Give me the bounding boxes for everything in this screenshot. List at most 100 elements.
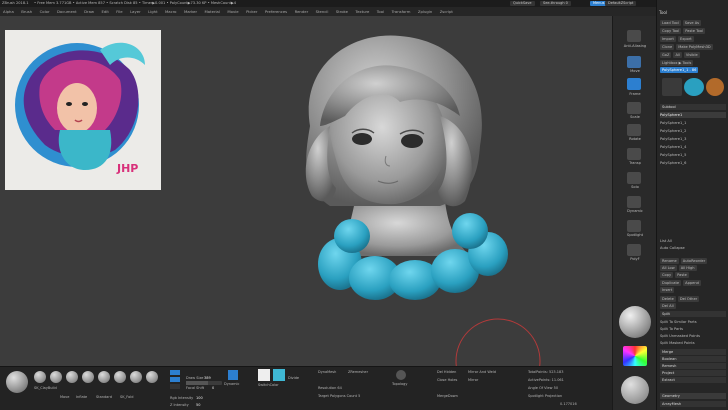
project-header[interactable]: Project bbox=[660, 370, 726, 376]
see-through-slider[interactable]: See-through 0 bbox=[540, 1, 571, 6]
append-button[interactable]: Append bbox=[683, 280, 701, 286]
geometry-header[interactable]: Geometry bbox=[660, 393, 726, 399]
menu-alpha[interactable]: Alpha bbox=[0, 7, 17, 16]
split-masked-button[interactable]: Split Masked Points bbox=[660, 340, 726, 346]
goz-button[interactable]: GoZ bbox=[660, 52, 672, 58]
menu-render[interactable]: Render bbox=[292, 7, 312, 16]
menu-document[interactable]: Document bbox=[54, 7, 80, 16]
polyframe-icon[interactable] bbox=[627, 244, 641, 256]
split-similar-button[interactable]: Split To Similar Parts bbox=[660, 319, 726, 325]
aahalf-icon[interactable] bbox=[627, 30, 641, 42]
inflate-brush-icon[interactable] bbox=[66, 371, 78, 383]
load-tool-button[interactable]: Load Tool bbox=[660, 20, 681, 26]
frame-icon[interactable] bbox=[627, 78, 641, 90]
resolution-slider[interactable]: Resolution 64 bbox=[318, 386, 342, 390]
clay-brush-icon[interactable] bbox=[34, 371, 46, 383]
color-picker-icon[interactable] bbox=[623, 346, 647, 366]
delete-button[interactable]: Delete bbox=[660, 296, 676, 302]
target-polygons-slider[interactable]: Target Polygons Count 5 bbox=[318, 394, 360, 398]
menu-macro[interactable]: Macro bbox=[162, 7, 180, 16]
split-parts-button[interactable]: Split To Parts bbox=[660, 326, 726, 332]
material-sphere-icon[interactable] bbox=[619, 306, 651, 338]
polysphere-thumb-icon[interactable] bbox=[662, 78, 682, 96]
rotate-icon[interactable] bbox=[627, 124, 641, 136]
all-low-button[interactable]: All Low bbox=[660, 265, 677, 271]
switch-color-button[interactable]: SwitchColor bbox=[258, 383, 279, 387]
divide-button[interactable]: Divide bbox=[288, 376, 299, 380]
paste-button[interactable]: Paste bbox=[675, 272, 689, 278]
subtool-item[interactable]: PolySphere1_6 bbox=[660, 160, 726, 166]
transp-icon[interactable] bbox=[627, 148, 641, 160]
menu-color[interactable]: Color bbox=[37, 7, 53, 16]
del-other-button[interactable]: Del Other bbox=[677, 296, 700, 302]
fold-brush-icon[interactable] bbox=[98, 371, 110, 383]
del-all-button[interactable]: Del All bbox=[660, 303, 676, 309]
texture-sphere-icon[interactable] bbox=[621, 376, 649, 404]
dynamic-brush-icon[interactable] bbox=[228, 370, 238, 380]
current-tool-slider[interactable]: PolySphere1_1 . 86 bbox=[660, 67, 699, 73]
move-brush-icon[interactable] bbox=[50, 371, 62, 383]
current-brush-icon[interactable] bbox=[6, 371, 28, 393]
secondary-color-swatch-icon[interactable] bbox=[273, 369, 285, 381]
standard-brush-icon[interactable] bbox=[82, 371, 94, 383]
zadd-mode-button[interactable] bbox=[170, 384, 180, 389]
spotlight-projection-button[interactable]: Spotlight Projection bbox=[528, 394, 562, 398]
subtool-item[interactable]: PolySphere1_4 bbox=[660, 144, 726, 150]
angle-of-view-slider[interactable]: Angle Of View 50 bbox=[528, 386, 558, 390]
paste-tool-button[interactable]: Paste Tool bbox=[683, 28, 706, 34]
import-button[interactable]: Import bbox=[660, 36, 676, 42]
subtool-item[interactable]: PolySphere1_1 bbox=[660, 120, 726, 126]
draw-size-slider[interactable] bbox=[186, 381, 222, 385]
rgb-mode-button[interactable] bbox=[170, 377, 180, 382]
menu-marker[interactable]: Marker bbox=[181, 7, 200, 16]
merge-header[interactable]: Merge bbox=[660, 349, 726, 355]
scale-icon[interactable] bbox=[627, 102, 641, 114]
simple-brush-thumb-icon[interactable] bbox=[706, 78, 724, 96]
spotlight-icon[interactable] bbox=[627, 220, 641, 232]
dynamic-icon[interactable] bbox=[627, 196, 641, 208]
split-header[interactable]: Split bbox=[660, 311, 726, 317]
dynamesh-button[interactable]: DynaMesh bbox=[318, 370, 336, 374]
save-as-button[interactable]: Save As bbox=[682, 20, 702, 26]
polish-brush-icon[interactable] bbox=[114, 371, 126, 383]
split-unmasked-button[interactable]: Split Unmasked Points bbox=[660, 333, 726, 339]
menu-picker[interactable]: Picker bbox=[243, 7, 260, 16]
default-zscript-button[interactable]: DefaultZScript bbox=[605, 1, 637, 6]
goz-visible-button[interactable]: Visible bbox=[683, 52, 700, 58]
arraymesh-header[interactable]: ArrayMesh bbox=[660, 401, 726, 407]
menu-zscript[interactable]: Zscript bbox=[437, 7, 456, 16]
solo-icon[interactable] bbox=[627, 172, 641, 184]
mergedown-button[interactable]: MergeDown bbox=[437, 394, 458, 398]
clone-button[interactable]: Clone bbox=[660, 44, 675, 50]
main-color-swatch-icon[interactable] bbox=[258, 369, 270, 381]
rename-button[interactable]: Rename bbox=[660, 258, 679, 264]
copy-button[interactable]: Copy bbox=[660, 272, 674, 278]
duplicate-button[interactable]: Duplicate bbox=[660, 280, 682, 286]
close-holes-button[interactable]: Close Holes bbox=[437, 378, 457, 382]
menu-brush[interactable]: Brush bbox=[18, 7, 35, 16]
topology-button[interactable]: Topology bbox=[392, 382, 407, 386]
menu-stencil[interactable]: Stencil bbox=[313, 7, 332, 16]
menu-stroke[interactable]: Stroke bbox=[333, 7, 351, 16]
pinch-brush-icon[interactable] bbox=[146, 371, 158, 383]
menu-file[interactable]: File bbox=[113, 7, 125, 16]
extract-header[interactable]: Extract bbox=[660, 377, 726, 383]
list-all-button[interactable]: List All bbox=[660, 238, 726, 244]
menu-preferences[interactable]: Preferences bbox=[262, 7, 290, 16]
menu-layer[interactable]: Layer bbox=[127, 7, 144, 16]
subtool-item[interactable]: PolySphere1_3 bbox=[660, 136, 726, 142]
autoreorder-button[interactable]: AutoReorder bbox=[680, 258, 708, 264]
menu-light[interactable]: Light bbox=[145, 7, 160, 16]
lightbox-tools-button[interactable]: Lightbox ▶ Tools bbox=[660, 60, 694, 66]
export-button[interactable]: Export bbox=[677, 36, 694, 42]
all-high-button[interactable]: All High bbox=[678, 265, 697, 271]
mirror-button[interactable]: Mirror bbox=[468, 378, 478, 382]
remesh-header[interactable]: Remesh bbox=[660, 363, 726, 369]
quicksave-button[interactable]: QuickSave bbox=[510, 1, 535, 6]
subtool-header[interactable]: Subtool bbox=[660, 104, 726, 110]
topology-icon[interactable] bbox=[396, 370, 406, 380]
menu-zplugin[interactable]: Zplugin bbox=[415, 7, 435, 16]
move-icon[interactable] bbox=[627, 56, 641, 68]
zremesher-button[interactable]: ZRemesher bbox=[348, 370, 368, 374]
menu-movie[interactable]: Movie bbox=[224, 7, 241, 16]
